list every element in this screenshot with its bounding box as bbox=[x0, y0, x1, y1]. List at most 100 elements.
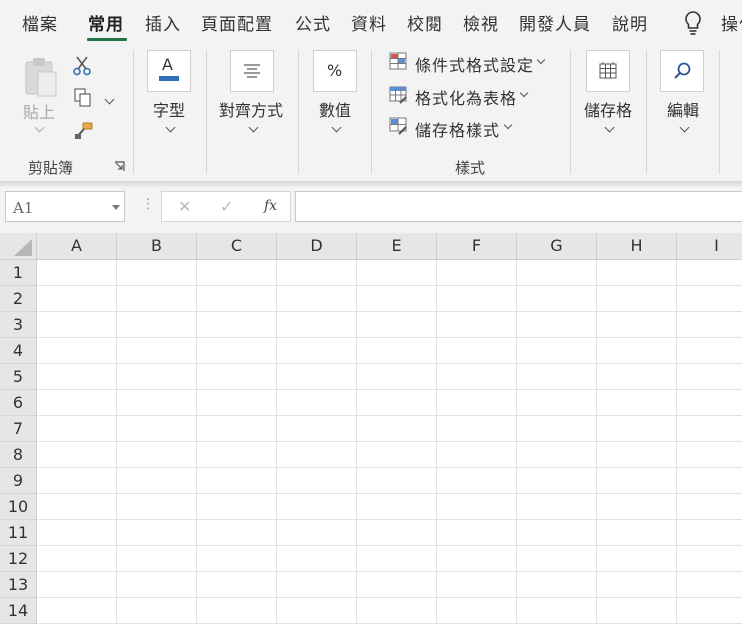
column-header[interactable]: D bbox=[277, 233, 357, 260]
cell[interactable] bbox=[117, 494, 197, 520]
row-header[interactable]: 13 bbox=[0, 572, 37, 598]
cell[interactable] bbox=[117, 416, 197, 442]
column-header[interactable]: I bbox=[677, 233, 742, 260]
cell[interactable] bbox=[357, 520, 437, 546]
alignment-button-frame[interactable] bbox=[230, 50, 274, 92]
cell[interactable] bbox=[437, 572, 517, 598]
cell[interactable] bbox=[357, 598, 437, 624]
number-button-frame[interactable]: % bbox=[313, 50, 357, 92]
cell[interactable] bbox=[357, 338, 437, 364]
cell[interactable] bbox=[117, 260, 197, 286]
format-as-table-button[interactable]: 格式化為表格 bbox=[415, 85, 517, 109]
cut-icon[interactable] bbox=[73, 56, 91, 76]
cell[interactable] bbox=[197, 572, 277, 598]
column-header[interactable]: B bbox=[117, 233, 197, 260]
row-header[interactable]: 8 bbox=[0, 442, 37, 468]
number-chevron-icon[interactable] bbox=[331, 122, 342, 133]
cell[interactable] bbox=[437, 338, 517, 364]
cell[interactable] bbox=[277, 260, 357, 286]
cell[interactable] bbox=[597, 416, 677, 442]
formula-input[interactable] bbox=[295, 191, 742, 222]
tab-review[interactable]: 校閱 bbox=[407, 10, 443, 35]
cell[interactable] bbox=[117, 338, 197, 364]
format-painter-icon[interactable] bbox=[74, 122, 94, 140]
cell[interactable] bbox=[197, 286, 277, 312]
cells-label[interactable]: 儲存格 bbox=[584, 97, 632, 121]
font-label[interactable]: 字型 bbox=[153, 97, 185, 121]
row-header[interactable]: 12 bbox=[0, 546, 37, 572]
column-header[interactable]: H bbox=[597, 233, 677, 260]
name-box-dropdown-icon[interactable] bbox=[112, 205, 120, 210]
cell[interactable] bbox=[517, 468, 597, 494]
cell[interactable] bbox=[277, 364, 357, 390]
copy-icon[interactable] bbox=[74, 88, 92, 108]
cell[interactable] bbox=[37, 260, 117, 286]
row-header[interactable]: 10 bbox=[0, 494, 37, 520]
cell[interactable] bbox=[357, 546, 437, 572]
cell[interactable] bbox=[197, 442, 277, 468]
cell[interactable] bbox=[597, 286, 677, 312]
cell[interactable] bbox=[117, 572, 197, 598]
cell[interactable] bbox=[517, 390, 597, 416]
cell[interactable] bbox=[677, 442, 742, 468]
conditional-formatting-chevron-icon[interactable] bbox=[536, 55, 546, 65]
cell[interactable] bbox=[677, 286, 742, 312]
cell[interactable] bbox=[117, 468, 197, 494]
editing-chevron-icon[interactable] bbox=[679, 122, 690, 133]
alignment-chevron-icon[interactable] bbox=[248, 122, 259, 133]
row-header[interactable]: 3 bbox=[0, 312, 37, 338]
column-header[interactable]: F bbox=[437, 233, 517, 260]
cell[interactable] bbox=[357, 416, 437, 442]
cell[interactable] bbox=[677, 494, 742, 520]
cell[interactable] bbox=[677, 312, 742, 338]
cell[interactable] bbox=[677, 416, 742, 442]
cell-styles-button[interactable]: 儲存格樣式 bbox=[415, 117, 500, 141]
cell[interactable] bbox=[197, 390, 277, 416]
cell[interactable] bbox=[517, 286, 597, 312]
tab-file[interactable]: 檔案 bbox=[22, 10, 58, 35]
cell[interactable] bbox=[197, 260, 277, 286]
tab-insert[interactable]: 插入 bbox=[145, 10, 181, 35]
cell[interactable] bbox=[277, 468, 357, 494]
cell[interactable] bbox=[437, 364, 517, 390]
cell[interactable] bbox=[357, 494, 437, 520]
cells-chevron-icon[interactable] bbox=[604, 122, 615, 133]
cell[interactable] bbox=[117, 312, 197, 338]
cell[interactable] bbox=[517, 338, 597, 364]
cell[interactable] bbox=[677, 546, 742, 572]
column-header[interactable]: A bbox=[37, 233, 117, 260]
cell[interactable] bbox=[117, 520, 197, 546]
cell[interactable] bbox=[277, 546, 357, 572]
cell[interactable] bbox=[197, 468, 277, 494]
cell[interactable] bbox=[277, 312, 357, 338]
cell[interactable] bbox=[597, 260, 677, 286]
cell[interactable] bbox=[197, 546, 277, 572]
select-all-corner[interactable] bbox=[0, 233, 37, 260]
row-header[interactable]: 11 bbox=[0, 520, 37, 546]
column-header[interactable]: G bbox=[517, 233, 597, 260]
cell[interactable] bbox=[37, 312, 117, 338]
cell[interactable] bbox=[517, 546, 597, 572]
paste-chevron-icon[interactable] bbox=[34, 122, 45, 133]
cell[interactable] bbox=[37, 338, 117, 364]
font-chevron-icon[interactable] bbox=[165, 122, 176, 133]
alignment-label[interactable]: 對齊方式 bbox=[219, 97, 283, 121]
enter-icon[interactable]: ✓ bbox=[220, 197, 233, 216]
cell[interactable] bbox=[437, 546, 517, 572]
cell[interactable] bbox=[197, 312, 277, 338]
dialog-launcher-icon[interactable] bbox=[114, 161, 125, 172]
cell[interactable] bbox=[277, 286, 357, 312]
cells-button-frame[interactable] bbox=[586, 50, 630, 92]
cell[interactable] bbox=[117, 546, 197, 572]
cell[interactable] bbox=[357, 468, 437, 494]
cell[interactable] bbox=[597, 390, 677, 416]
cell[interactable] bbox=[357, 364, 437, 390]
name-box[interactable]: A1 bbox=[5, 191, 125, 222]
cell[interactable] bbox=[197, 416, 277, 442]
cell[interactable] bbox=[597, 494, 677, 520]
cell[interactable] bbox=[437, 442, 517, 468]
cell[interactable] bbox=[197, 494, 277, 520]
cell[interactable] bbox=[597, 442, 677, 468]
cell[interactable] bbox=[677, 390, 742, 416]
cell[interactable] bbox=[517, 312, 597, 338]
